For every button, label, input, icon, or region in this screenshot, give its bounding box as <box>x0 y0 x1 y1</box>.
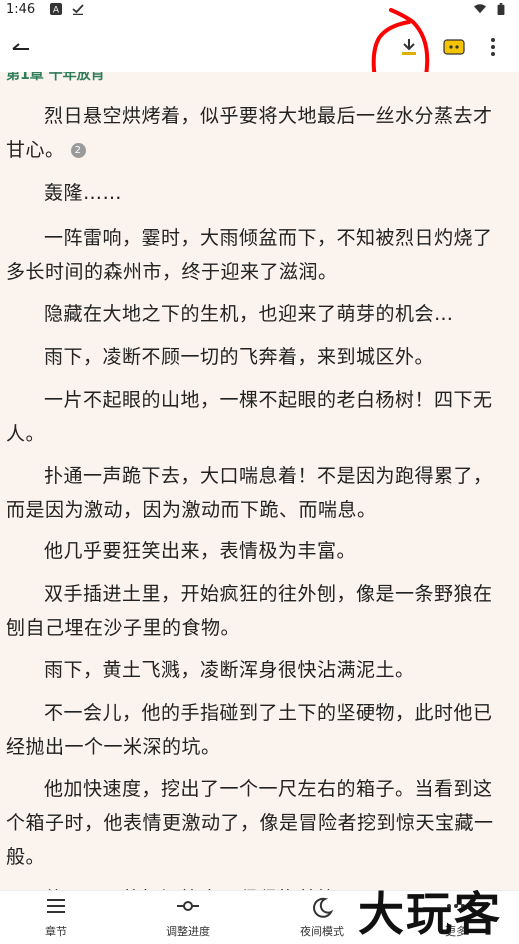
progress-label: 调整进度 <box>166 925 210 938</box>
progress-button[interactable]: 调整进度 <box>148 891 228 938</box>
paragraph: 扑通一声跪下去，大口喘息着！不是因为跑得累了，而是因为激动，因为激动而下跪、而喘… <box>6 465 493 521</box>
chapter-title: 第1章 十年放肖 <box>6 72 105 83</box>
paragraph: 雨下，凌断不顾一切的飞奔着，来到城区外。 <box>44 346 435 368</box>
watermark-logo: 大玩客 <box>358 887 502 941</box>
list-icon <box>47 899 65 913</box>
chapters-button[interactable]: 章节 <box>16 891 96 938</box>
comment-count-badge[interactable]: 2 <box>70 143 86 158</box>
paragraph: 他加快速度，挖出了一个一尺左右的箱子。当看到这个箱子时，他表情更激动了，像是冒险… <box>6 778 494 868</box>
moon-icon <box>313 897 333 918</box>
paragraph: 不一会儿，他的手指碰到了土下的坚硬物，此时他已经抛出一个一米深的坑。 <box>6 702 493 758</box>
ad-icon <box>443 39 465 55</box>
night-mode-button[interactable]: 夜间模式 <box>282 891 362 938</box>
back-arrow-icon <box>12 43 29 50</box>
paragraph: 雨下，黄土飞溅，凌断浑身很快沾满泥土。 <box>44 659 415 681</box>
paragraph: 双手插进土里，开始疯狂的往外刨，像是一条野狼在刨自己埋在沙子里的食物。 <box>6 583 493 639</box>
paragraph: 轰隆…… <box>44 182 123 204</box>
svg-text:A: A <box>53 6 60 16</box>
chapters-label: 章节 <box>45 925 67 938</box>
paragraph: 他几乎要狂笑出来，表情极为丰富。 <box>44 540 357 562</box>
paragraph: 一片不起眼的山地，一棵不起眼的老白杨树！四下无人。 <box>6 389 493 445</box>
back-button[interactable] <box>6 32 36 62</box>
paragraph: 烈日悬空烘烤着，似乎要将大地最后一丝水分蒸去才甘心。 2 <box>6 105 493 161</box>
progress-slider-icon <box>177 901 199 911</box>
reading-content[interactable]: 第1章 十年放肖 烈日悬空烘烤着，似乎要将大地最后一丝水分蒸去才甘心。 2 轰隆…… <box>0 72 519 890</box>
paragraph: 隐藏在大地之下的生机，也迎来了萌芽的机会… <box>44 303 454 325</box>
more-options-button[interactable] <box>478 32 508 62</box>
download-done-icon <box>72 4 84 15</box>
notification-a-icon: A <box>50 3 62 15</box>
ad-button[interactable] <box>439 32 469 62</box>
status-time: 1:46 <box>6 2 36 17</box>
battery-icon <box>497 3 505 15</box>
night-mode-label: 夜间模式 <box>300 925 344 938</box>
wifi-icon <box>474 4 486 14</box>
reader-toolbar <box>0 22 519 72</box>
status-bar: 1:46 A <box>0 0 519 22</box>
paragraph: 一阵雷响，霎时，大雨倾盆而下，不知被烈日灼烧了多长时间的森州市，终于迎来了滋润。 <box>6 227 493 283</box>
more-vert-icon <box>491 38 495 56</box>
